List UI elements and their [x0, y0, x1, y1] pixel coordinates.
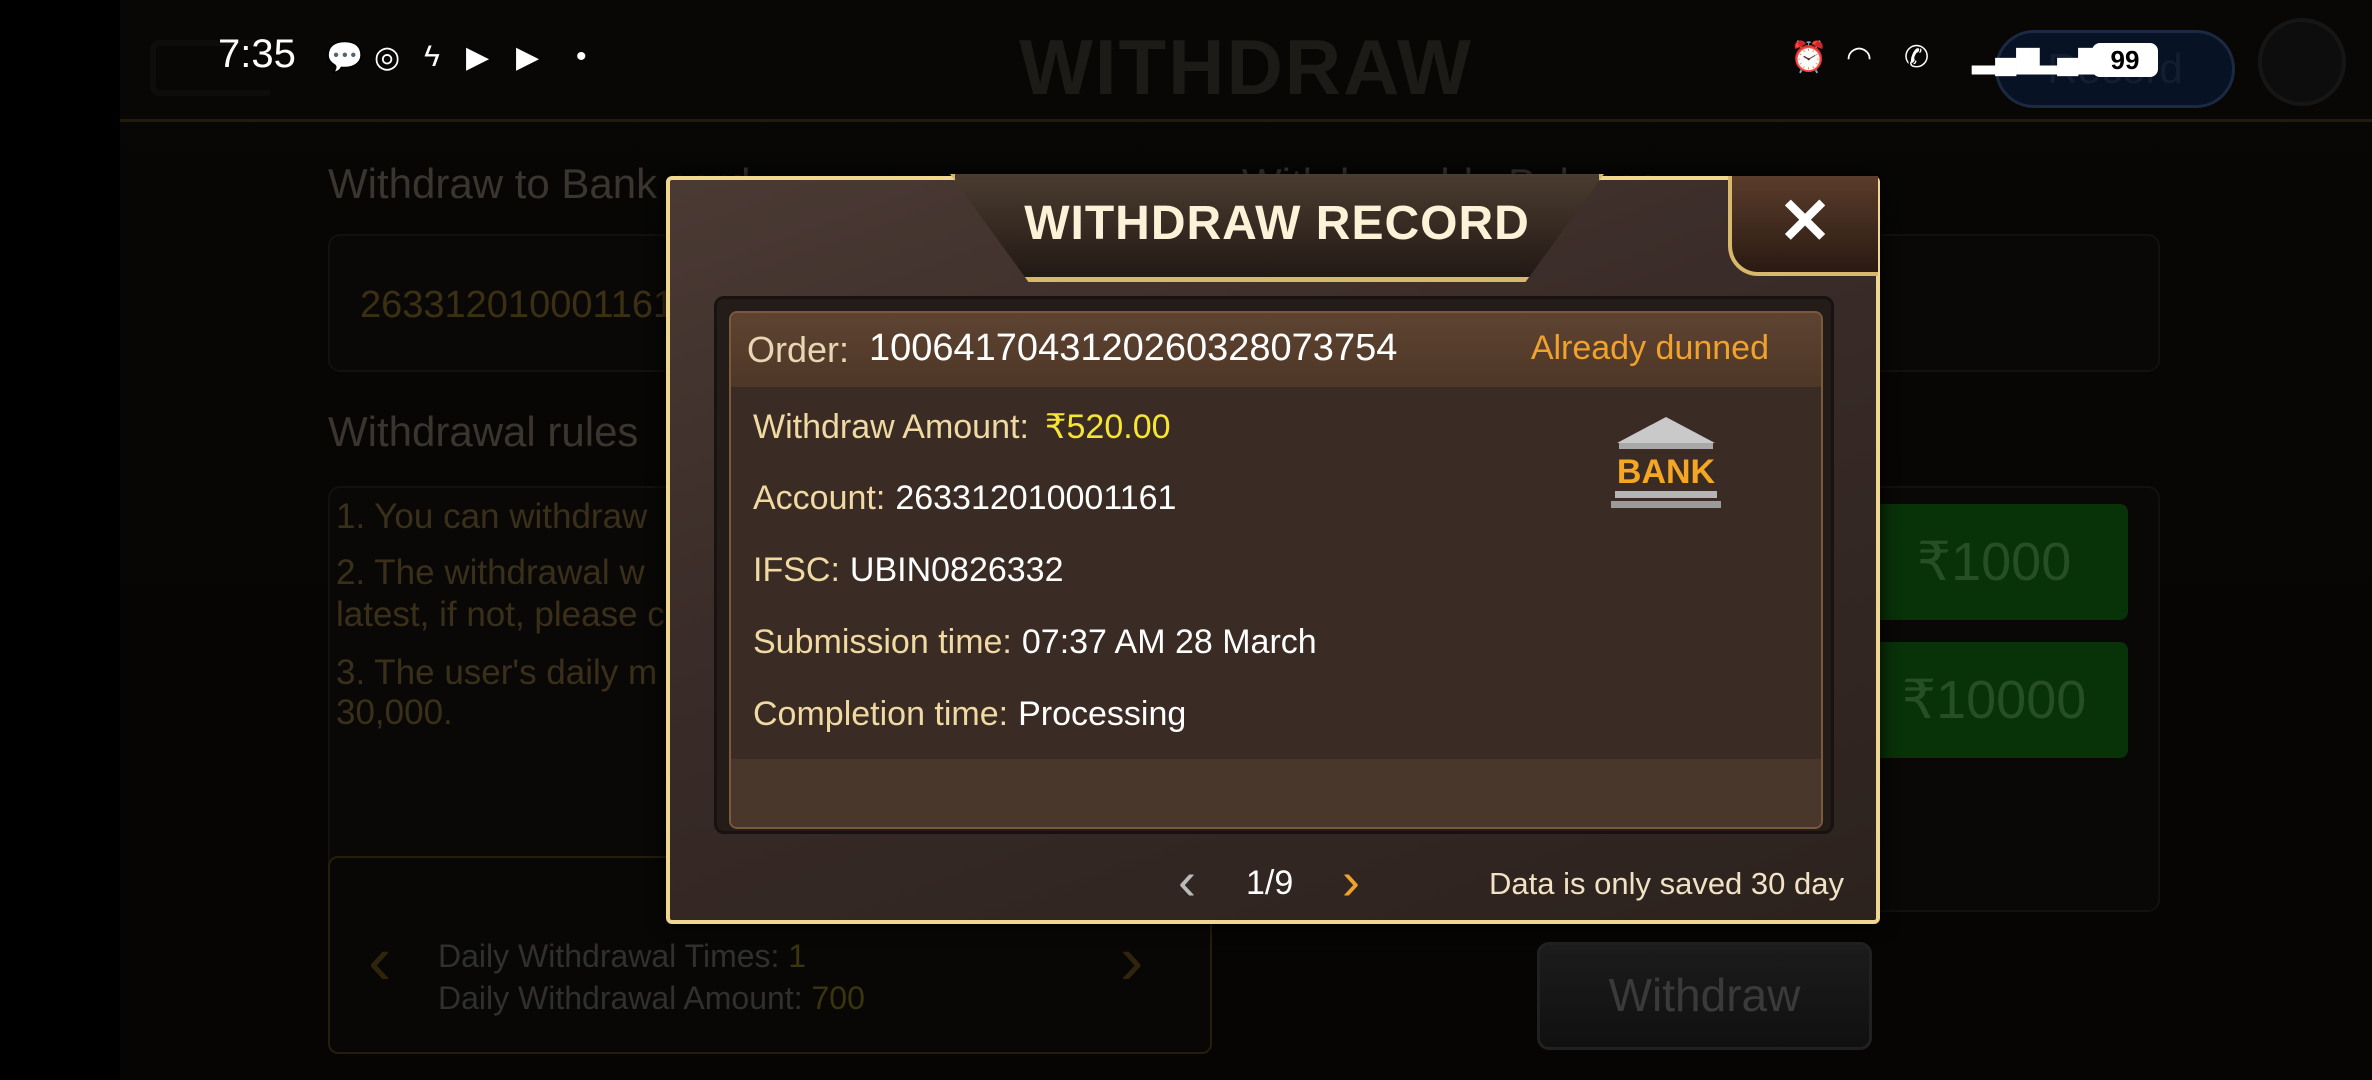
bank-badge-text: BANK: [1617, 453, 1716, 491]
page-indicator: 1/9: [1246, 864, 1294, 902]
close-button[interactable]: ✕: [1728, 176, 1878, 276]
submission-value: 07:37 AM 28 March: [1021, 623, 1317, 661]
modal-title: WITHDRAW RECORD: [1024, 197, 1530, 250]
status-badge: Already dunned: [1530, 329, 1769, 367]
order-label: Order:: [747, 329, 850, 370]
order-number: 1006417043120260328073754: [869, 327, 1398, 369]
record-frame: Order: 1006417043120260328073754 Already…: [714, 296, 1834, 834]
chevron-left-icon[interactable]: ‹: [1178, 850, 1196, 912]
card-footer: [731, 759, 1821, 827]
bank-icon: BANK: [1611, 417, 1721, 508]
amount-label: Withdraw Amount:: [753, 408, 1029, 446]
amount-row: Withdraw Amount: ₹520.00: [753, 407, 1171, 447]
ifsc-row: IFSC: UBIN0826332: [753, 551, 1064, 590]
amount-value: ₹520.00: [1044, 408, 1171, 446]
account-value: 263312010001161: [895, 479, 1177, 517]
ifsc-label: IFSC:: [753, 551, 840, 589]
submission-label: Submission time:: [753, 623, 1012, 661]
completion-value: Processing: [1018, 695, 1187, 733]
retention-note: Data is only saved 30 day: [1489, 866, 1844, 901]
close-icon: ✕: [1778, 185, 1832, 257]
completion-label: Completion time:: [753, 695, 1009, 733]
order-row: Order: 1006417043120260328073754 Already…: [731, 313, 1821, 387]
submission-row: Submission time: 07:37 AM 28 March: [753, 623, 1317, 662]
record-card: Order: 1006417043120260328073754 Already…: [729, 311, 1823, 829]
completion-row: Completion time: Processing: [753, 695, 1186, 734]
account-row: Account: 263312010001161: [753, 479, 1176, 518]
withdraw-record-modal: WITHDRAW RECORD ✕ Order: 100641704312026…: [666, 174, 1880, 924]
account-label: Account:: [753, 479, 886, 517]
chevron-right-icon[interactable]: ›: [1342, 850, 1360, 912]
ifsc-value: UBIN0826332: [849, 551, 1064, 589]
